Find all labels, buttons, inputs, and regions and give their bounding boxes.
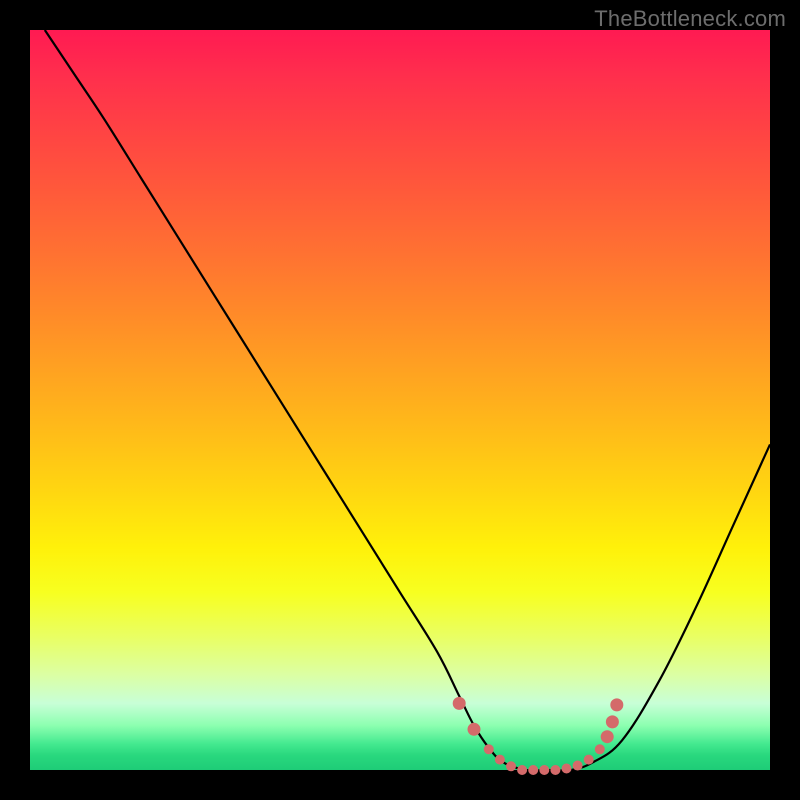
marker-point bbox=[584, 755, 594, 765]
plot-area bbox=[30, 30, 770, 770]
marker-point bbox=[573, 761, 583, 771]
marker-point bbox=[550, 765, 560, 775]
marker-point bbox=[601, 730, 614, 743]
marker-point bbox=[453, 697, 466, 710]
marker-point bbox=[562, 764, 572, 774]
chart-svg bbox=[30, 30, 770, 770]
marker-point bbox=[484, 744, 494, 754]
bottleneck-curve bbox=[45, 30, 770, 771]
marker-point bbox=[506, 761, 516, 771]
marker-point bbox=[610, 698, 623, 711]
marker-point bbox=[539, 765, 549, 775]
marker-point bbox=[468, 723, 481, 736]
marker-point bbox=[517, 765, 527, 775]
marker-point bbox=[595, 744, 605, 754]
marker-point bbox=[495, 755, 505, 765]
chart-frame: TheBottleneck.com bbox=[0, 0, 800, 800]
highlight-markers bbox=[453, 697, 624, 775]
marker-point bbox=[528, 765, 538, 775]
watermark-text: TheBottleneck.com bbox=[594, 6, 786, 32]
marker-point bbox=[606, 715, 619, 728]
